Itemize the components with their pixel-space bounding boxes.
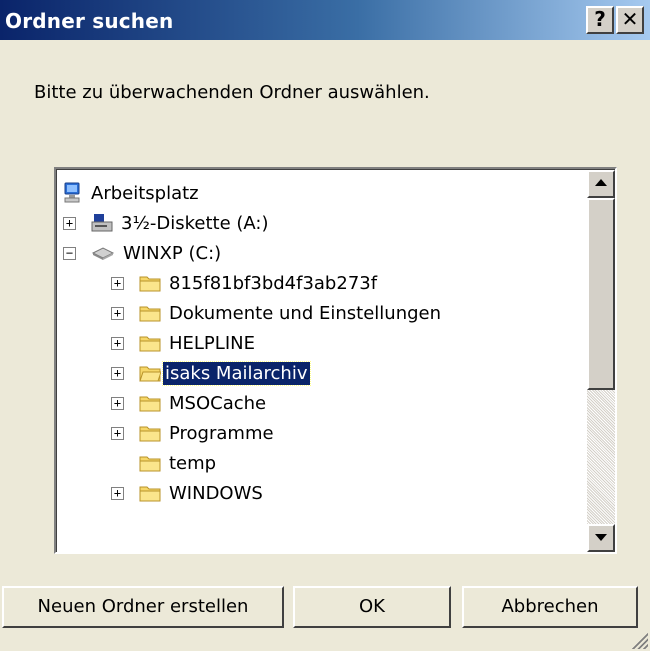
scroll-up-button[interactable]: [587, 170, 615, 198]
resize-grip-icon[interactable]: [630, 631, 648, 649]
close-button[interactable]: ✕: [616, 6, 644, 34]
floppy-drive-icon: [91, 214, 113, 232]
window-title: Ordner suchen: [5, 9, 174, 33]
folder-icon: [139, 426, 161, 442]
tree-item-folder[interactable]: + Programme: [111, 418, 276, 448]
tree-item-folder[interactable]: + Dokumente und Einstellungen: [111, 298, 443, 328]
tree-item-label: WINXP (C:): [123, 242, 222, 264]
tree-item-folder[interactable]: + WINDOWS: [111, 478, 265, 508]
tree-item-folder[interactable]: temp: [111, 448, 218, 478]
title-bar[interactable]: Ordner suchen ? ✕: [0, 0, 650, 40]
folder-icon: [139, 276, 161, 292]
tree-item-folder-selected[interactable]: + isaks Mailarchiv: [111, 358, 311, 388]
expand-toggle[interactable]: +: [111, 337, 124, 350]
tree-item-label: temp: [169, 452, 217, 474]
folder-open-icon: [139, 366, 161, 382]
tree-item-label: HELPLINE: [169, 332, 255, 354]
tree-item-label: 3½-Diskette (A:): [121, 212, 269, 234]
ok-button[interactable]: OK: [293, 586, 451, 628]
expand-toggle[interactable]: +: [111, 277, 124, 290]
help-button[interactable]: ?: [586, 6, 614, 34]
computer-icon: [64, 182, 80, 203]
folder-icon: [139, 306, 161, 322]
tree-item-winxp[interactable]: − WINXP (C:): [63, 238, 223, 268]
folder-icon: [139, 456, 161, 472]
expand-toggle[interactable]: +: [111, 397, 124, 410]
tree-item-label: MSOCache: [169, 392, 267, 414]
tree-item-label: isaks Mailarchiv: [162, 360, 311, 386]
collapse-toggle[interactable]: −: [63, 247, 76, 260]
tree-item-label: Dokumente und Einstellungen: [169, 302, 442, 324]
folder-tree[interactable]: Arbeitsplatz + 3½-Diskette (A:) − WINXP …: [54, 167, 617, 554]
tree-item-folder[interactable]: + HELPLINE: [111, 328, 257, 358]
tree-item-label: Programme: [169, 422, 274, 444]
scroll-down-button[interactable]: [587, 524, 615, 552]
scroll-thumb[interactable]: [587, 198, 615, 390]
vertical-scrollbar[interactable]: [587, 170, 615, 552]
instruction-text: Bitte zu überwachenden Ordner auswählen.: [34, 82, 430, 103]
expand-toggle[interactable]: +: [111, 487, 124, 500]
tree-item-diskette[interactable]: + 3½-Diskette (A:): [63, 208, 271, 238]
tree-item-label: Arbeitsplatz: [91, 182, 199, 204]
cancel-button[interactable]: Abbrechen: [462, 586, 638, 628]
arrow-up-icon: [595, 179, 607, 186]
folder-icon: [139, 396, 161, 412]
new-folder-button[interactable]: Neuen Ordner erstellen: [2, 586, 284, 628]
folder-icon: [139, 486, 161, 502]
expand-toggle[interactable]: +: [63, 217, 76, 230]
tree-item-folder[interactable]: + 815f81bf3bd4f3ab273f: [111, 268, 379, 298]
tree-item-label: WINDOWS: [169, 482, 263, 504]
expand-toggle[interactable]: +: [111, 427, 124, 440]
expand-toggle[interactable]: +: [111, 367, 124, 380]
folder-icon: [139, 336, 161, 352]
arrow-down-icon: [595, 534, 607, 541]
tree-item-arbeitsplatz[interactable]: Arbeitsplatz: [63, 178, 201, 208]
tree-item-label: 815f81bf3bd4f3ab273f: [169, 272, 378, 294]
hard-drive-icon: [91, 247, 115, 260]
tree-item-folder[interactable]: + MSOCache: [111, 388, 268, 418]
expand-toggle[interactable]: +: [111, 307, 124, 320]
